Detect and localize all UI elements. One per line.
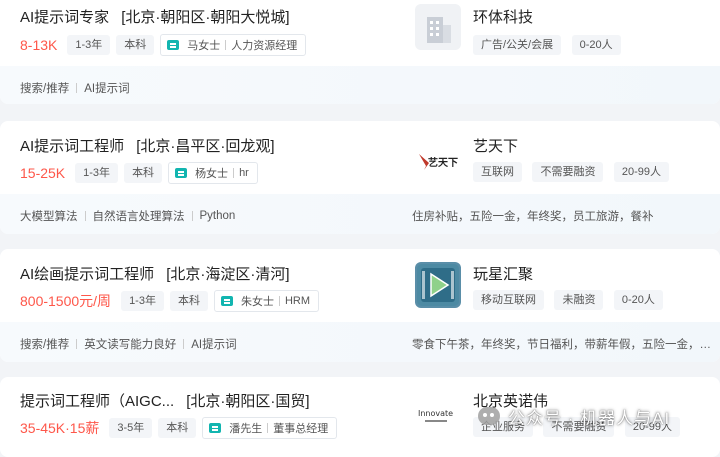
welfare-text: 零食下午茶，年终奖，节日福利，带薪年假，五险一金，员...	[412, 339, 712, 351]
recruiter-chip[interactable]: 马女士 人力资源经理	[160, 34, 307, 56]
job-salary: 35-45K·15薪	[20, 420, 100, 436]
chat-icon	[167, 40, 180, 50]
job-area: [北京·海淀区·清河]	[166, 266, 290, 283]
svg-text:Innovate: Innovate	[418, 409, 453, 418]
skill-tag: Python	[199, 210, 236, 222]
job-area: [北京·朝阳区·国贸]	[186, 393, 310, 410]
skill-tag: 搜索/推荐	[20, 339, 70, 351]
company-logo-mark: Innovate	[418, 409, 453, 422]
wechat-icon	[478, 407, 500, 425]
job-area: [北京·昌平区·回龙观]	[136, 138, 275, 155]
skill-tag: 大模型算法	[20, 211, 78, 223]
job-title[interactable]: AI提示词专家 [北京·朝阳区·朝阳大悦城]	[20, 6, 290, 27]
job-card-3[interactable]: AI绘画提示词工程师 [北京·海淀区·清河] 800-1500元/周 1-3年 本…	[0, 249, 720, 362]
company-size-tag: 0-20人	[571, 35, 621, 55]
skill-tag: 自然语言处理算法	[92, 211, 185, 223]
chat-icon	[175, 168, 188, 178]
building-icon	[427, 17, 451, 43]
job-card-2[interactable]: AI提示词工程师 [北京·昌平区·回龙观] 15-25K 1-3年 本科 杨女士 h…	[0, 121, 720, 234]
company-industry-tag: 广告/公关/会展	[473, 35, 562, 55]
skill-tag: AI提示词	[84, 83, 130, 95]
skill-tags: 搜索/推荐 AI提示词	[20, 80, 130, 96]
experience-tag: 1-3年	[75, 163, 119, 183]
company-funding-tag: 未融资	[554, 290, 604, 310]
job-title[interactable]: AI提示词工程师 [北京·昌平区·回龙观]	[20, 135, 275, 156]
svg-text:艺天下: 艺天下	[428, 156, 458, 169]
recruiter-chip[interactable]: 朱女士 HRM	[213, 290, 320, 312]
welfare-text: 住房补贴，五险一金，年终奖，员工旅游，餐补	[412, 211, 654, 223]
company-logo[interactable]	[415, 262, 461, 308]
recruiter-chip[interactable]: 潘先生 董事总经理	[202, 417, 338, 439]
company-name[interactable]: 环体科技	[473, 6, 533, 27]
chat-icon	[209, 423, 222, 433]
company-industry-tag: 移动互联网	[473, 290, 544, 310]
experience-tag: 1-3年	[67, 35, 111, 55]
education-tag: 本科	[116, 35, 155, 55]
watermark: 公众号 · 机器人与AI	[478, 401, 670, 431]
skill-tags: 大模型算法 自然语言处理算法 Python	[20, 208, 235, 224]
company-industry-tag: 互联网	[473, 162, 522, 182]
company-funding-tag: 不需要融资	[532, 162, 604, 182]
company-name[interactable]: 艺天下	[473, 135, 518, 156]
experience-tag: 3-5年	[109, 418, 153, 438]
company-size-tag: 0-20人	[613, 290, 663, 310]
skill-tag: 英文读写能力良好	[84, 339, 177, 351]
company-logo-mark: 艺天下	[419, 154, 458, 170]
job-title[interactable]: 提示词工程师（AIGC... [北京·朝阳区·国贸]	[20, 390, 310, 411]
education-tag: 本科	[158, 418, 197, 438]
company-size-tag: 20-99人	[613, 162, 670, 182]
job-salary: 15-25K	[20, 165, 66, 181]
company-logo[interactable]	[415, 4, 461, 50]
skill-tag: 搜索/推荐	[20, 83, 70, 95]
experience-tag: 1-3年	[121, 291, 164, 311]
company-logo[interactable]: 艺天下	[415, 135, 461, 181]
company-logo[interactable]: Innovate	[415, 390, 461, 436]
job-salary: 8-13K	[20, 37, 58, 53]
job-salary: 800-1500元/周	[20, 293, 112, 309]
job-title[interactable]: AI绘画提示词工程师 [北京·海淀区·清河]	[20, 263, 290, 284]
skill-tags: 搜索/推荐 英文读写能力良好 AI提示词	[20, 336, 237, 352]
chat-icon	[220, 296, 233, 306]
play-logo-icon	[417, 264, 459, 306]
skill-tag: AI提示词	[191, 339, 237, 351]
recruiter-chip[interactable]: 杨女士 hr	[168, 162, 258, 184]
education-tag: 本科	[124, 163, 163, 183]
job-area: [北京·朝阳区·朝阳大悦城]	[121, 9, 290, 26]
education-tag: 本科	[169, 291, 208, 311]
job-card-1[interactable]: AI提示词专家 [北京·朝阳区·朝阳大悦城] 8-13K 1-3年 本科 马女士人…	[0, 0, 720, 104]
company-name[interactable]: 玩星汇聚	[473, 263, 533, 284]
